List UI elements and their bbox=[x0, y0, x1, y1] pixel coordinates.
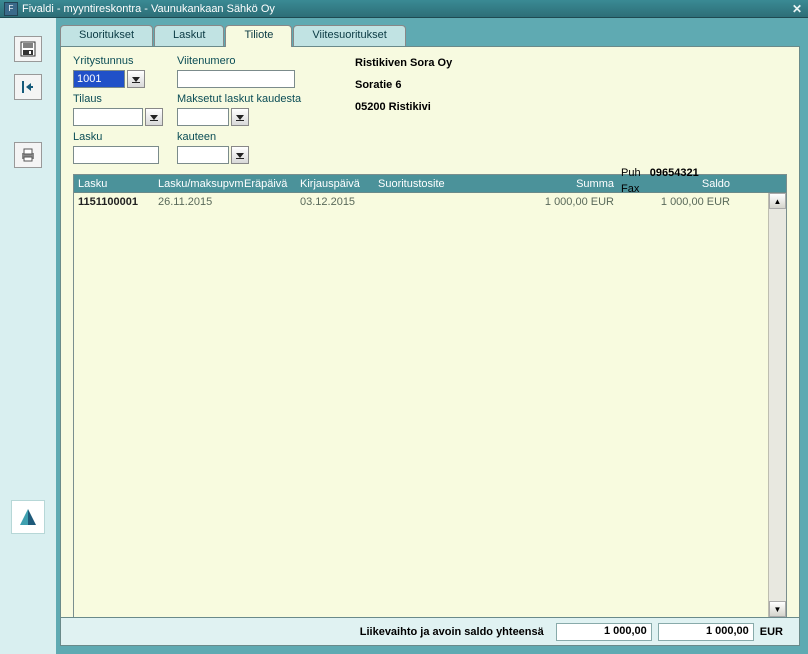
lasku-label: Lasku bbox=[73, 131, 167, 143]
printer-icon bbox=[20, 147, 36, 163]
cell-saldo: 1 000,00 EUR bbox=[618, 196, 734, 208]
scroll-down-icon[interactable]: ▼ bbox=[769, 601, 786, 617]
tab-tiliote[interactable]: Tiliote bbox=[225, 25, 292, 47]
kauteen-input[interactable] bbox=[177, 146, 229, 164]
print-button[interactable] bbox=[14, 142, 42, 168]
tilaus-dropdown[interactable] bbox=[145, 108, 163, 126]
col-maksupvm: Lasku/maksupvm bbox=[154, 178, 240, 190]
viitenumero-input[interactable] bbox=[177, 70, 295, 88]
totals-bar: Liikevaihto ja avoin saldo yhteensä 1 00… bbox=[61, 617, 799, 645]
kauteen-label: kauteen bbox=[177, 131, 345, 143]
close-icon[interactable]: ✕ bbox=[790, 2, 804, 16]
save-button[interactable] bbox=[14, 36, 42, 62]
sidebar bbox=[0, 18, 56, 654]
dropdown-arrow-icon bbox=[132, 75, 140, 83]
dropdown-arrow-icon bbox=[236, 113, 244, 121]
app-logo bbox=[11, 500, 45, 534]
tabs: Suoritukset Laskut Tiliote Viitesuorituk… bbox=[60, 24, 808, 46]
dropdown-arrow-icon bbox=[150, 113, 158, 121]
company-block: Ristikiven Sora Oy Soratie 6 05200 Risti… bbox=[355, 55, 787, 168]
scroll-up-icon[interactable]: ▲ bbox=[769, 193, 786, 209]
viitenumero-label: Viitenumero bbox=[177, 55, 345, 67]
totals-saldo: 1 000,00 bbox=[658, 623, 754, 641]
yritystunnus-label: Yritystunnus bbox=[73, 55, 167, 67]
tab-suoritukset[interactable]: Suoritukset bbox=[60, 25, 153, 47]
tilaus-input[interactable] bbox=[73, 108, 143, 126]
maksetut-label: Maksetut laskut kaudesta bbox=[177, 93, 345, 105]
yritystunnus-dropdown[interactable] bbox=[127, 70, 145, 88]
cell-summa: 1 000,00 EUR bbox=[490, 196, 618, 208]
totals-label: Liikevaihto ja avoin saldo yhteensä bbox=[360, 626, 544, 638]
yritystunnus-input[interactable] bbox=[73, 70, 125, 88]
col-suoritustosite: Suoritustosite bbox=[374, 178, 490, 190]
kauteen-dropdown[interactable] bbox=[231, 146, 249, 164]
tab-laskut[interactable]: Laskut bbox=[154, 25, 224, 47]
company-street: Soratie 6 bbox=[355, 79, 787, 91]
col-lasku: Lasku bbox=[74, 178, 154, 190]
col-summa: Summa bbox=[490, 178, 618, 190]
maksetut-input[interactable] bbox=[177, 108, 229, 126]
company-name: Ristikiven Sora Oy bbox=[355, 57, 787, 69]
table-row[interactable]: 1151100001 26.11.2015 03.12.2015 1 000,0… bbox=[74, 193, 768, 211]
tab-viitesuoritukset[interactable]: Viitesuoritukset bbox=[293, 25, 405, 47]
panel: Yritystunnus Tilaus Lasku bbox=[60, 46, 800, 646]
arrow-left-into-icon bbox=[20, 79, 36, 95]
puh-value: 09654321 bbox=[650, 167, 699, 179]
totals-currency: EUR bbox=[760, 626, 783, 638]
maksetut-dropdown[interactable] bbox=[231, 108, 249, 126]
puh-label: Puh bbox=[621, 167, 641, 179]
cell-kirjauspaiva: 03.12.2015 bbox=[296, 196, 374, 208]
col-kirjauspaiva: Kirjauspäivä bbox=[296, 178, 374, 190]
scrollbar[interactable]: ▲ ▼ bbox=[768, 193, 786, 617]
titlebar: F Fivaldi - myyntireskontra - Vaunukanka… bbox=[0, 0, 808, 18]
back-button[interactable] bbox=[14, 74, 42, 100]
window-title: Fivaldi - myyntireskontra - Vaunukankaan… bbox=[22, 3, 790, 15]
dropdown-arrow-icon bbox=[236, 151, 244, 159]
grid: Lasku Lasku/maksupvm Eräpäivä Kirjauspäi… bbox=[73, 174, 787, 617]
col-erapaiva: Eräpäivä bbox=[240, 178, 296, 190]
tilaus-label: Tilaus bbox=[73, 93, 167, 105]
floppy-icon bbox=[20, 41, 36, 57]
company-postal: 05200 Ristikivi bbox=[355, 101, 787, 113]
totals-liikevaihto: 1 000,00 bbox=[556, 623, 652, 641]
lasku-input[interactable] bbox=[73, 146, 159, 164]
app-icon: F bbox=[4, 2, 18, 16]
cell-maksupvm: 26.11.2015 bbox=[154, 196, 240, 208]
cell-lasku: 1151100001 bbox=[74, 196, 154, 208]
